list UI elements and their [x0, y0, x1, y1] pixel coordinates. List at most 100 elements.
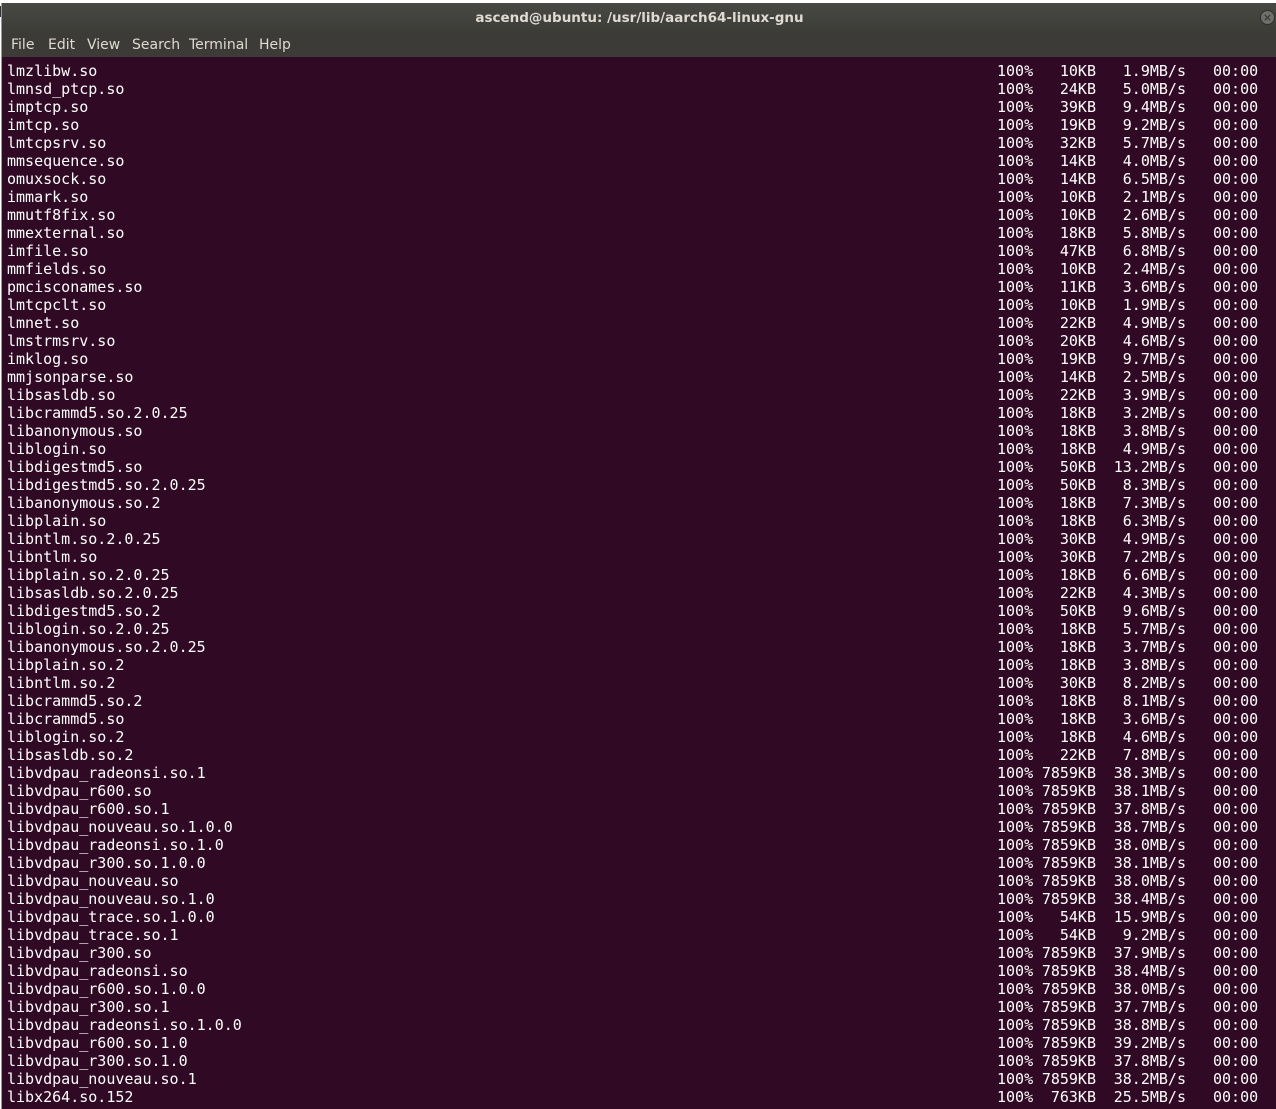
transfer-row: libvdpau_r600.so.1.0.0 100% 7859KB 38.0MB/s… [7, 980, 1272, 998]
transfer-rate: 38.0MB/s [1113, 836, 1186, 854]
file-size: 18KB [1059, 440, 1096, 458]
transfer-time: 00:00 [1213, 314, 1259, 332]
transfer-percent: 100% [997, 692, 1034, 710]
file-name: libvdpau_nouveau.so.1.0 [7, 890, 215, 908]
file-size: 19KB [1059, 116, 1096, 134]
transfer-time: 00:00 [1213, 422, 1259, 440]
transfer-time: 00:00 [1213, 350, 1259, 368]
transfer-rate: 38.2MB/s [1113, 1070, 1186, 1088]
file-size: 22KB [1059, 584, 1096, 602]
transfer-rate: 3.9MB/s [1122, 386, 1186, 404]
file-name: libvdpau_trace.so.1 [7, 926, 179, 944]
transfer-row: libcrammd5.so.2 100% 18KB 8.1MB/s 00:00 [7, 692, 1272, 710]
title-bar[interactable]: ascend@ubuntu: /usr/lib/aarch64-linux-gn… [2, 3, 1276, 34]
transfer-percent: 100% [997, 710, 1034, 728]
transfer-time: 00:00 [1213, 206, 1259, 224]
transfer-row: libdigestmd5.so.2.0.25 100% 50KB 8.3MB/s 00:… [7, 476, 1272, 494]
file-name: mmsequence.so [7, 152, 125, 170]
transfer-rate: 37.8MB/s [1113, 800, 1186, 818]
transfer-row: libvdpau_radeonsi.so.1 100% 7859KB 38.3MB/s… [7, 764, 1272, 782]
transfer-percent: 100% [997, 260, 1034, 278]
menu-edit[interactable]: Edit [48, 34, 75, 57]
transfer-percent: 100% [997, 656, 1034, 674]
file-size: 7859KB [1041, 962, 1096, 980]
menu-search[interactable]: Search [132, 34, 180, 57]
file-name: libvdpau_r300.so.1 [7, 998, 170, 1016]
transfer-percent: 100% [997, 782, 1034, 800]
transfer-time: 00:00 [1213, 674, 1259, 692]
file-name: lmnet.so [7, 314, 80, 332]
transfer-percent: 100% [997, 674, 1034, 692]
menu-terminal[interactable]: Terminal [189, 34, 248, 57]
transfer-time: 00:00 [1213, 1088, 1259, 1106]
file-name: imfile.so [7, 242, 89, 260]
terminal-window: ascend@ubuntu: /usr/lib/aarch64-linux-gn… [1, 3, 1276, 1109]
file-size: 18KB [1059, 656, 1096, 674]
file-name: imtcp.so [7, 116, 80, 134]
file-name: libntlm.so.2.0.25 [7, 530, 161, 548]
transfer-row: libvdpau_nouveau.so 100% 7859KB 38.0MB/s 00:… [7, 872, 1272, 890]
transfer-time: 00:00 [1213, 710, 1259, 728]
transfer-percent: 100% [997, 1034, 1034, 1052]
file-size: 47KB [1059, 242, 1096, 260]
transfer-rate: 8.1MB/s [1122, 692, 1186, 710]
file-size: 18KB [1059, 224, 1096, 242]
transfer-rate: 9.7MB/s [1122, 350, 1186, 368]
file-size: 7859KB [1041, 890, 1096, 908]
transfer-time: 00:00 [1213, 404, 1259, 422]
transfer-row: libvdpau_trace.so.1.0.0 100% 54KB 15.9MB/s 0… [7, 908, 1272, 926]
menu-file[interactable]: File [11, 34, 34, 57]
terminal-output[interactable]: lmzlibw.so 100% 10KB 1.9MB/s 00:00 lmnsd_ptcp… [2, 59, 1276, 1109]
transfer-time: 00:00 [1213, 98, 1259, 116]
file-size: 7859KB [1041, 782, 1096, 800]
file-size: 10KB [1059, 296, 1096, 314]
transfer-time: 00:00 [1213, 602, 1259, 620]
transfer-row: libcrammd5.so 100% 18KB 3.6MB/s 00:00 [7, 710, 1272, 728]
transfer-time: 00:00 [1213, 278, 1259, 296]
file-name: libvdpau_r300.so [7, 944, 152, 962]
transfer-percent: 100% [997, 386, 1034, 404]
transfer-time: 00:00 [1213, 728, 1259, 746]
file-size: 18KB [1059, 512, 1096, 530]
file-name: libvdpau_r300.so.1.0 [7, 1052, 188, 1070]
transfer-row: libvdpau_radeonsi.so 100% 7859KB 38.4MB/s 00… [7, 962, 1272, 980]
transfer-rate: 9.6MB/s [1122, 602, 1186, 620]
file-size: 50KB [1059, 602, 1096, 620]
file-name: lmnsd_ptcp.so [7, 80, 125, 98]
close-icon[interactable]: × [1260, 10, 1275, 25]
transfer-row: libvdpau_radeonsi.so.1.0 100% 7859KB 38.0MB… [7, 836, 1272, 854]
transfer-percent: 100% [997, 188, 1034, 206]
file-size: 11KB [1059, 278, 1096, 296]
menu-view[interactable]: View [87, 34, 120, 57]
file-size: 18KB [1059, 692, 1096, 710]
transfer-time: 00:00 [1213, 1070, 1259, 1088]
transfer-rate: 3.6MB/s [1122, 278, 1186, 296]
transfer-percent: 100% [997, 224, 1034, 242]
transfer-percent: 100% [997, 152, 1034, 170]
file-name: pmcisconames.so [7, 278, 143, 296]
transfer-rate: 3.8MB/s [1122, 656, 1186, 674]
transfer-rate: 4.9MB/s [1122, 440, 1186, 458]
file-name: imptcp.so [7, 98, 89, 116]
transfer-row: libanonymous.so.2 100% 18KB 7.3MB/s 00:00 [7, 494, 1272, 512]
transfer-rate: 38.7MB/s [1113, 818, 1186, 836]
transfer-rate: 3.8MB/s [1122, 422, 1186, 440]
transfer-rate: 3.2MB/s [1122, 404, 1186, 422]
file-name: libdigestmd5.so.2.0.25 [7, 476, 206, 494]
transfer-time: 00:00 [1213, 566, 1259, 584]
file-name: libdigestmd5.so.2 [7, 602, 161, 620]
file-name: libanonymous.so [7, 422, 143, 440]
file-size: 22KB [1059, 314, 1096, 332]
transfer-row: libvdpau_nouveau.so.1 100% 7859KB 38.2MB/s 0… [7, 1070, 1272, 1088]
menu-help[interactable]: Help [259, 34, 291, 57]
transfer-time: 00:00 [1213, 980, 1259, 998]
transfer-row: libx264.so.152 100% 763KB 25.5MB/s 00:00 [7, 1088, 1272, 1106]
transfer-row: libplain.so.2.0.25 100% 18KB 6.6MB/s 00:00 [7, 566, 1272, 584]
transfer-rate: 5.0MB/s [1122, 80, 1186, 98]
file-size: 7859KB [1041, 998, 1096, 1016]
transfer-rate: 5.8MB/s [1122, 224, 1186, 242]
transfer-time: 00:00 [1213, 134, 1259, 152]
transfer-row: libvdpau_trace.so.1 100% 54KB 9.2MB/s 00:00 [7, 926, 1272, 944]
transfer-rate: 4.3MB/s [1122, 584, 1186, 602]
transfer-row: mmexternal.so 100% 18KB 5.8MB/s 00:00 [7, 224, 1272, 242]
